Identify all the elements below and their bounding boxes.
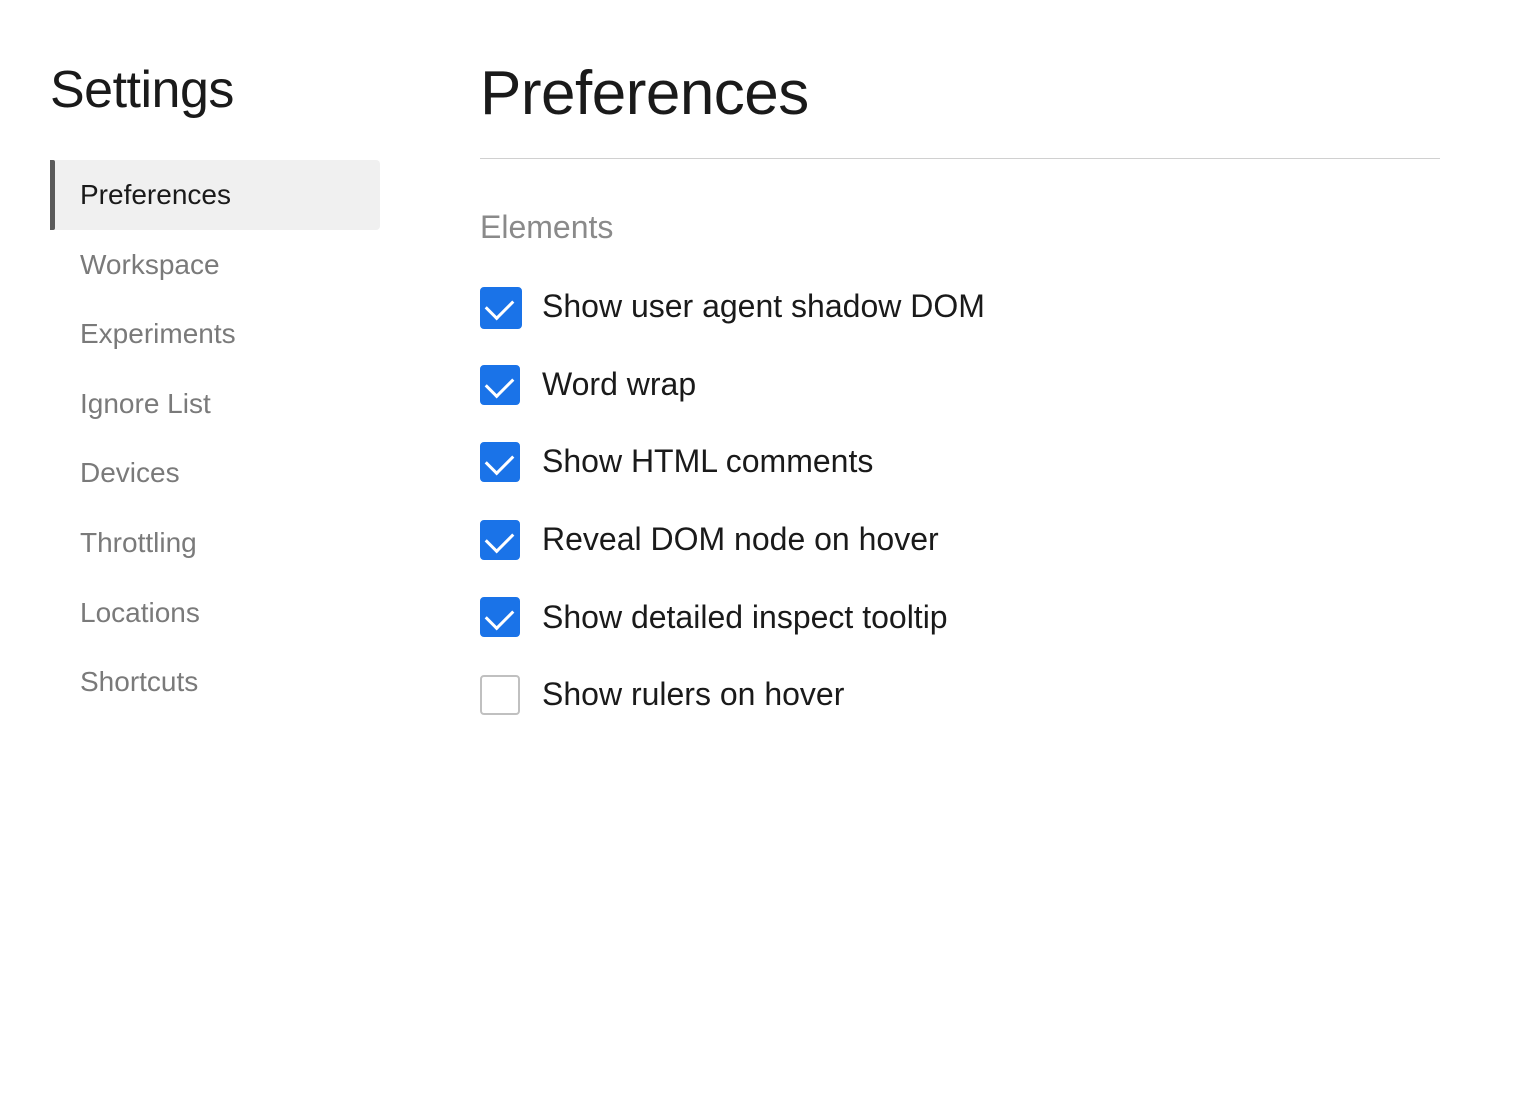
checkbox-word-wrap[interactable] [480, 365, 520, 405]
sidebar-item-shortcuts[interactable]: Shortcuts [50, 647, 380, 717]
sidebar-title: Settings [50, 60, 400, 120]
checkbox-rulers-hover[interactable] [480, 675, 520, 715]
page-title: Preferences [480, 60, 1440, 128]
setting-item-dom-hover[interactable]: Reveal DOM node on hover [480, 519, 1440, 561]
checkbox-inspect-tooltip[interactable] [480, 597, 520, 637]
sidebar-item-throttling[interactable]: Throttling [50, 508, 380, 578]
setting-item-inspect-tooltip[interactable]: Show detailed inspect tooltip [480, 597, 1440, 639]
setting-label-html-comments: Show HTML comments [542, 441, 873, 483]
section-title: Elements [480, 209, 1440, 246]
sidebar-item-experiments[interactable]: Experiments [50, 299, 380, 369]
setting-item-word-wrap[interactable]: Word wrap [480, 364, 1440, 406]
sidebar-nav: PreferencesWorkspaceExperimentsIgnore Li… [50, 160, 400, 717]
checkbox-dom-hover[interactable] [480, 520, 520, 560]
sidebar-item-preferences[interactable]: Preferences [50, 160, 380, 230]
settings-list: Show user agent shadow DOM Word wrap Show … [480, 286, 1440, 716]
setting-label-shadow-dom: Show user agent shadow DOM [542, 286, 985, 328]
checkbox-wrapper-dom-hover [480, 520, 520, 560]
checkbox-wrapper-inspect-tooltip [480, 597, 520, 637]
checkbox-html-comments[interactable] [480, 442, 520, 482]
setting-item-rulers-hover[interactable]: Show rulers on hover [480, 674, 1440, 716]
divider [480, 158, 1440, 159]
checkbox-wrapper-html-comments [480, 442, 520, 482]
sidebar-item-ignore-list[interactable]: Ignore List [50, 369, 380, 439]
checkbox-shadow-dom[interactable] [480, 287, 522, 329]
setting-label-inspect-tooltip: Show detailed inspect tooltip [542, 597, 948, 639]
checkbox-wrapper-rulers-hover [480, 675, 520, 715]
checkbox-wrapper-word-wrap [480, 365, 520, 405]
setting-item-html-comments[interactable]: Show HTML comments [480, 441, 1440, 483]
setting-label-word-wrap: Word wrap [542, 364, 696, 406]
setting-item-shadow-dom[interactable]: Show user agent shadow DOM [480, 286, 1440, 328]
sidebar: Settings PreferencesWorkspaceExperiments… [0, 0, 400, 1110]
checkbox-wrapper-shadow-dom [480, 287, 520, 327]
setting-label-rulers-hover: Show rulers on hover [542, 674, 844, 716]
main-content: Preferences Elements Show user agent sha… [400, 0, 1520, 1110]
sidebar-item-workspace[interactable]: Workspace [50, 230, 380, 300]
sidebar-item-devices[interactable]: Devices [50, 438, 380, 508]
setting-label-dom-hover: Reveal DOM node on hover [542, 519, 939, 561]
sidebar-item-locations[interactable]: Locations [50, 578, 380, 648]
